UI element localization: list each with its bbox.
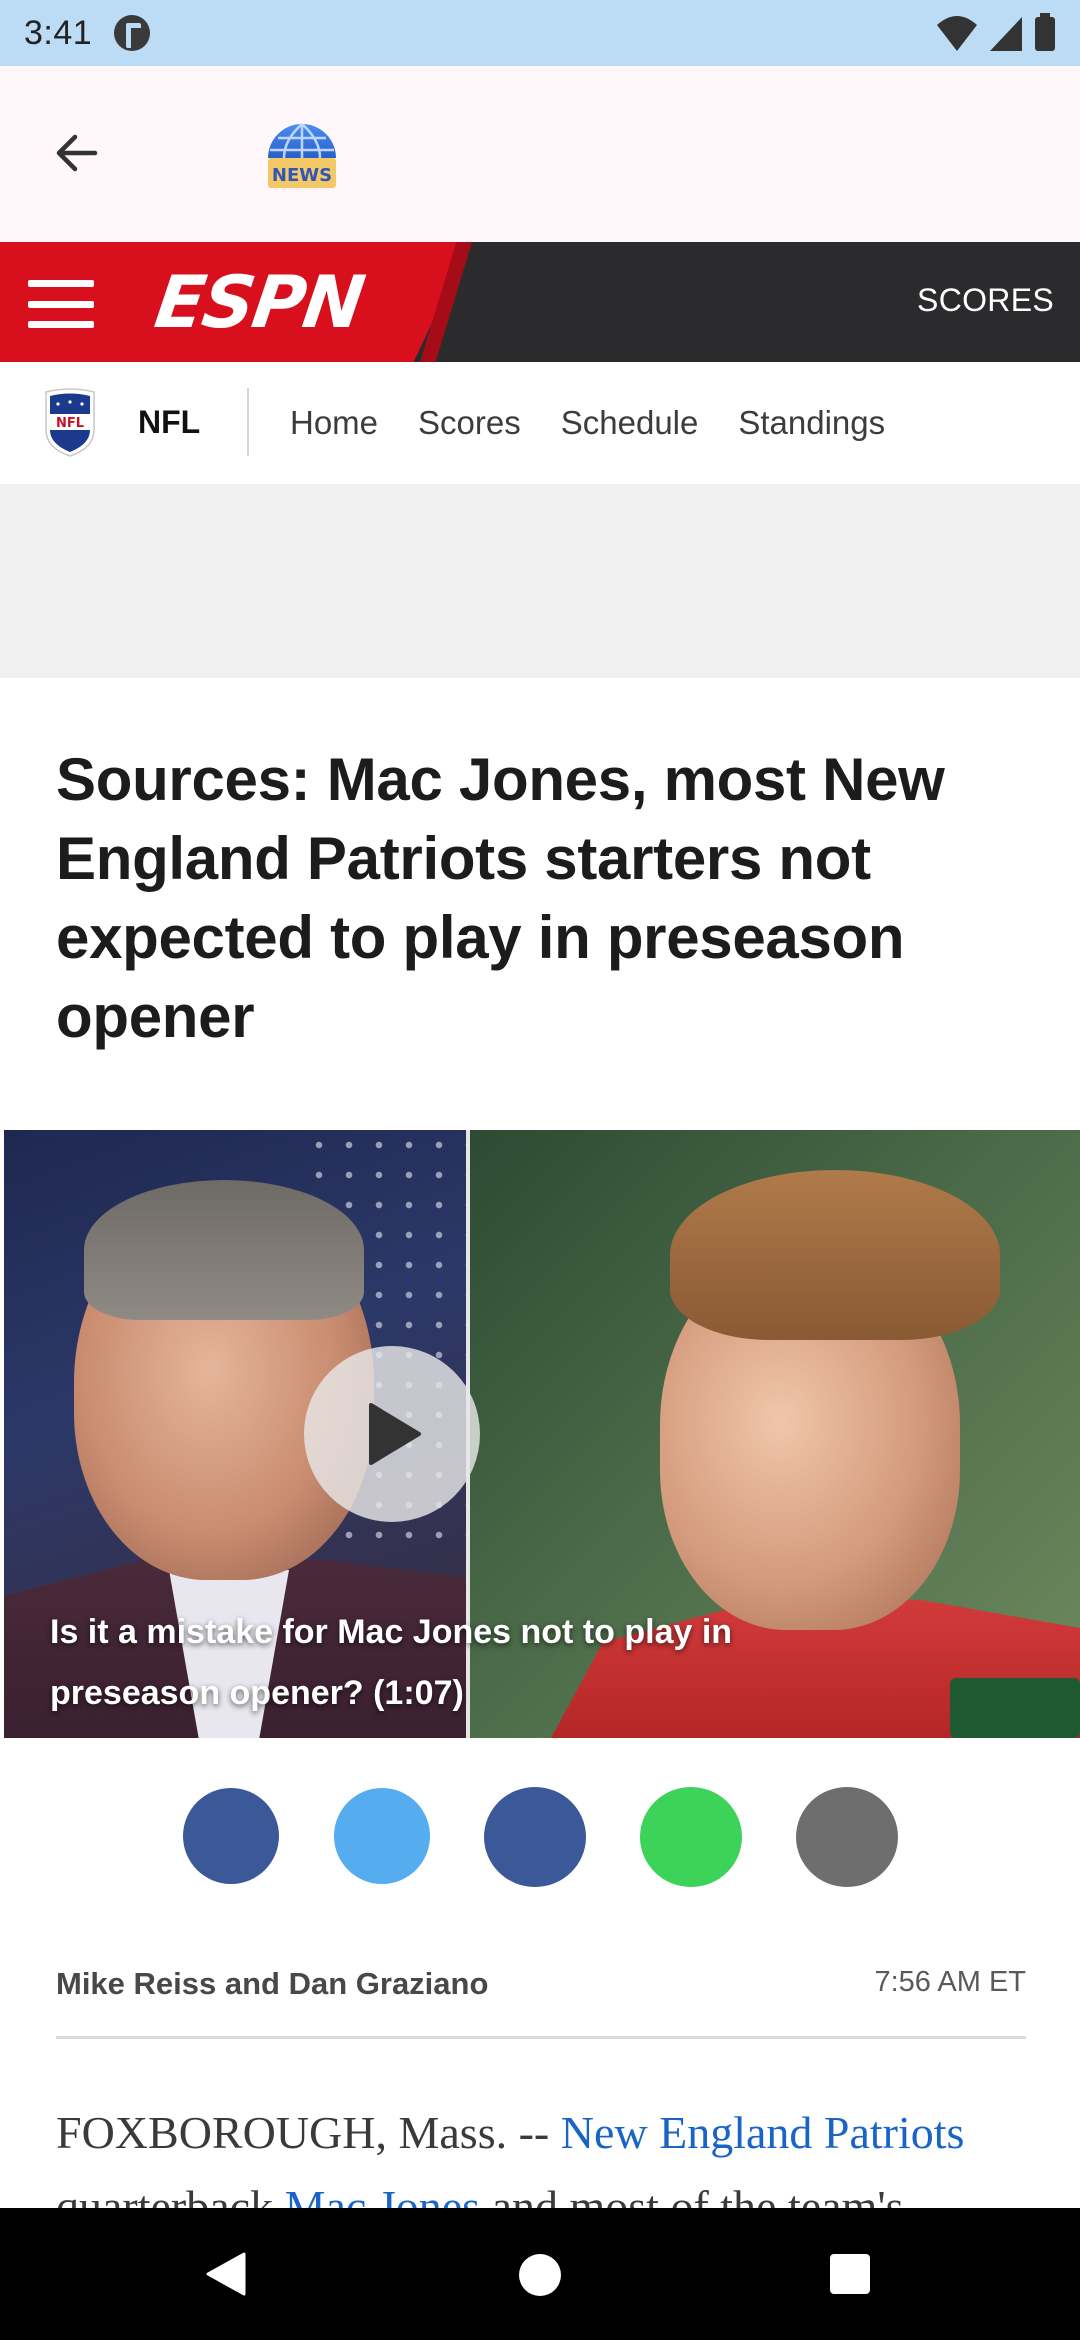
system-home-icon[interactable] [519,2254,561,2296]
espn-top-bar: ESPN SCORES [0,242,1080,362]
messenger-share-button[interactable] [484,1787,586,1887]
wifi-icon [937,16,977,51]
facebook-share-button[interactable] [183,1788,279,1884]
share-buttons [0,1786,1080,1890]
tab-schedule[interactable]: Schedule [561,404,699,442]
arrow-back-icon [56,134,98,172]
twitter-share-button[interactable] [334,1788,430,1884]
tab-home[interactable]: Home [290,404,378,442]
league-label[interactable]: NFL [138,404,200,441]
status-bar: 3:41 [0,0,1080,66]
app-notification-icon [114,15,151,51]
video-caption: Is it a mistake for Mac Jones not to pla… [50,1613,733,1712]
news-logo-text: NEWS [272,165,332,186]
scores-link[interactable]: SCORES [917,282,1054,319]
league-tabs: Home Scores Schedule Standings [290,404,885,442]
system-recents-icon[interactable] [830,2254,870,2294]
status-time: 3:41 [24,13,93,52]
battery-icon [1035,13,1055,51]
news-app-logo: NEWS [262,114,342,194]
nfl-shield-icon[interactable]: NFL [42,386,98,458]
status-icons [936,13,1056,53]
play-icon [369,1403,421,1465]
back-button[interactable] [44,120,110,186]
video-player[interactable]: Is it a mistake for Mac Jones not to pla… [4,1130,1080,1738]
email-share-button[interactable] [796,1787,898,1887]
signal-icon [990,17,1022,51]
league-sub-nav: NFL NFL Home Scores Schedule Standings [0,362,1080,484]
tab-scores[interactable]: Scores [418,404,521,442]
play-button[interactable] [304,1346,480,1522]
app-header: NEWS [0,66,1080,242]
tab-standings[interactable]: Standings [738,404,885,442]
espn-logo[interactable]: ESPN [150,260,368,344]
menu-icon[interactable] [28,280,94,328]
article-dateline: FOXBOROUGH, Mass. -- [56,2107,561,2158]
ad-placeholder [0,484,1080,678]
byline-divider [56,2036,1026,2039]
patriots-link[interactable]: New England Patriots [561,2107,965,2158]
whatsapp-share-button[interactable] [640,1787,742,1887]
system-back-icon[interactable] [204,2252,248,2296]
system-nav-bar [0,2208,1080,2340]
nav-divider [247,388,249,456]
svg-text:NFL: NFL [56,416,84,431]
article-timestamp: 7:56 AM ET [874,1966,1026,1998]
article-headline: Sources: Mac Jones, most New England Pat… [56,746,945,1050]
article-byline[interactable]: Mike Reiss and Dan Graziano [56,1966,488,2002]
